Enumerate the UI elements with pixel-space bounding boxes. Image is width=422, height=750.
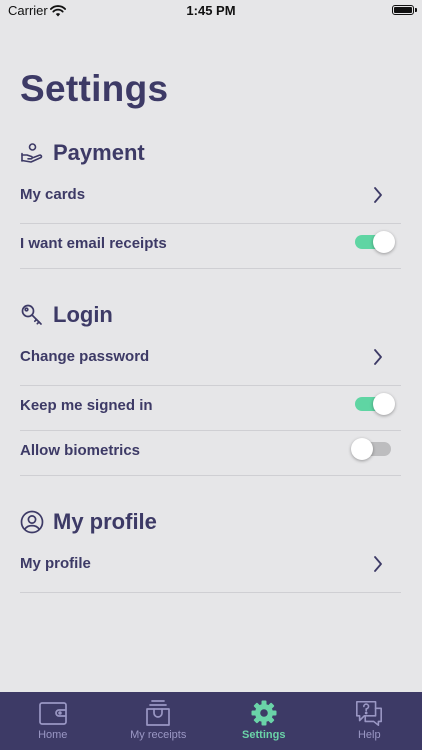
tab-label-home: Home	[38, 729, 68, 741]
divider	[20, 475, 401, 476]
receipt-box-icon	[143, 698, 173, 728]
key-icon	[20, 303, 44, 327]
status-bar: Carrier 1:45 PM	[0, 0, 422, 24]
hand-coin-icon	[20, 141, 44, 165]
allow-biometrics-row: Allow biometrics	[20, 430, 401, 474]
section-title-payment: Payment	[53, 140, 145, 165]
gear-icon	[249, 698, 279, 728]
section-header-profile: My profile	[20, 508, 157, 536]
divider	[20, 592, 401, 593]
change-password-row[interactable]: Change password	[20, 336, 401, 380]
battery-icon	[392, 5, 417, 15]
section-header-login: Login	[20, 301, 113, 329]
keep-signed-in-toggle[interactable]	[355, 393, 395, 415]
my-profile-row[interactable]: My profile	[20, 543, 401, 587]
email-receipts-label: I want email receipts	[20, 235, 167, 252]
tab-label-my-receipts: My receipts	[130, 729, 187, 741]
change-password-label: Change password	[20, 348, 150, 365]
email-receipts-toggle[interactable]	[355, 231, 395, 253]
section-title-login: Login	[53, 302, 113, 327]
email-receipts-row: I want email receipts	[20, 223, 401, 267]
chevron-right-icon	[373, 348, 383, 371]
status-time: 1:45 PM	[186, 3, 236, 18]
tab-label-settings: Settings	[242, 729, 286, 741]
my-profile-label: My profile	[20, 555, 91, 572]
keep-signed-in-label: Keep me signed in	[20, 397, 153, 414]
tab-label-help: Help	[357, 729, 381, 741]
section-header-payment: Payment	[20, 139, 145, 167]
my-cards-label: My cards	[20, 186, 86, 203]
section-title-profile: My profile	[53, 509, 157, 534]
chevron-right-icon	[373, 186, 383, 209]
my-cards-row[interactable]: My cards	[20, 174, 401, 218]
tab-home[interactable]: Home	[0, 692, 106, 750]
page-title: Settings	[20, 68, 169, 109]
allow-biometrics-label: Allow biometrics	[20, 442, 141, 459]
tab-my-receipts[interactable]: My receipts	[106, 692, 212, 750]
tab-bar: Home My receipts Settings Help	[0, 692, 422, 750]
user-circle-icon	[20, 510, 44, 534]
help-chat-icon	[354, 698, 384, 728]
keep-signed-in-row: Keep me signed in	[20, 385, 401, 429]
wallet-icon	[38, 698, 68, 728]
divider	[20, 268, 401, 269]
chevron-right-icon	[373, 555, 383, 578]
allow-biometrics-toggle[interactable]	[351, 438, 391, 460]
tab-help[interactable]: Help	[317, 692, 422, 750]
tab-settings[interactable]: Settings	[211, 692, 317, 750]
